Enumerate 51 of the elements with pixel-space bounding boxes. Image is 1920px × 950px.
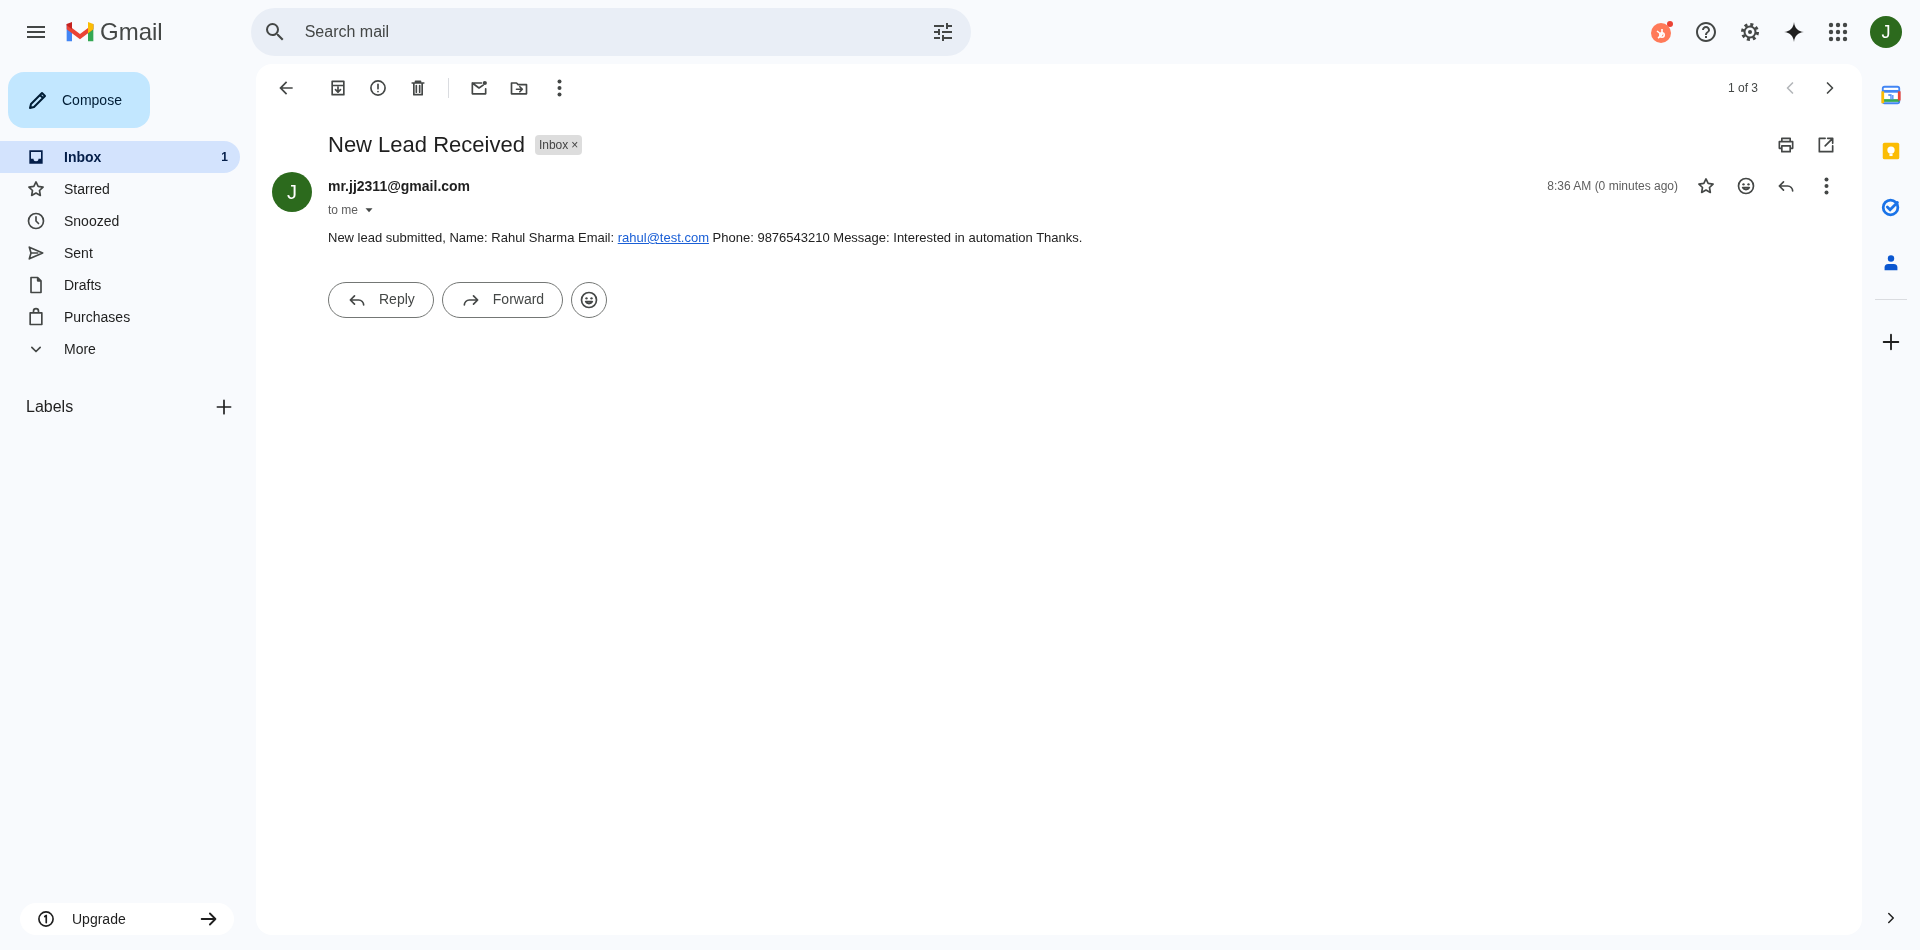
calendar-icon [1880,84,1902,106]
apps-icon [1826,20,1850,44]
emoji-button[interactable] [571,281,608,318]
sidebar-item[interactable]: Purchases [0,301,240,333]
extension-icon [1650,20,1674,44]
help-icon [1694,20,1718,44]
send-icon [26,243,46,263]
sidebar-item[interactable]: Inbox 1 [0,141,240,173]
email-link[interactable]: rahul@test.com [617,230,709,245]
compose-button[interactable]: Compose [8,72,150,128]
app-name[interactable]: Gmail [100,14,163,50]
pager-text: 1 of 3 [1727,80,1758,97]
email-subject: New Lead Received [328,131,525,159]
forward-button[interactable]: Forward [441,281,564,318]
report-spam-icon [368,78,388,98]
sidebar-item[interactable]: More [0,333,240,365]
star-icon [26,179,46,199]
settings-icon [1738,20,1762,44]
sidebar-item[interactable]: Snoozed [0,205,240,237]
smiley-icon [579,289,600,310]
tasks-icon [1880,196,1902,218]
sender-email: mr.jj2311@gmail.com [328,177,471,196]
info-circle-icon [36,909,56,929]
clock-icon [26,211,46,231]
inbox-icon [26,147,46,167]
mark-unread-icon [469,78,489,98]
sidebar-item[interactable]: Sent [0,237,240,269]
more-icon [556,78,562,98]
sender-avatar: J [272,172,312,212]
add-reaction-icon [1736,176,1756,196]
recipient-toggle[interactable]: to me [328,201,376,219]
search-bar[interactable]: Search mail [250,8,971,56]
archive-icon [328,78,348,98]
print-icon [1776,135,1796,155]
labels-heading: Labels [26,397,74,417]
message-more-icon [1823,176,1829,196]
label-tag: Inbox × [534,135,583,155]
open-new-window-icon [1816,135,1836,155]
upgrade-button[interactable]: Upgrade [20,903,234,935]
sidebar-item[interactable]: Drafts [0,269,240,301]
add-app-icon [1880,331,1902,353]
search-field[interactable]: Search mail [302,19,923,45]
email-body: New lead submitted, Name: Rahul Sharma Email: rahul@test.com Phone: 9876543210 Message: Interested in automation Thanks. [327,229,1084,247]
reply-button[interactable]: Reply [328,281,434,318]
remove-label-button[interactable]: × [568,139,579,151]
add-label-icon [214,397,234,417]
shopping-bag-icon [26,307,46,327]
sidebar-item[interactable]: Starred [0,173,240,205]
timestamp: 8:36 AM (0 minutes ago) [1547,178,1678,195]
unread-count: 1 [221,149,228,166]
notes-icon [1880,140,1902,162]
